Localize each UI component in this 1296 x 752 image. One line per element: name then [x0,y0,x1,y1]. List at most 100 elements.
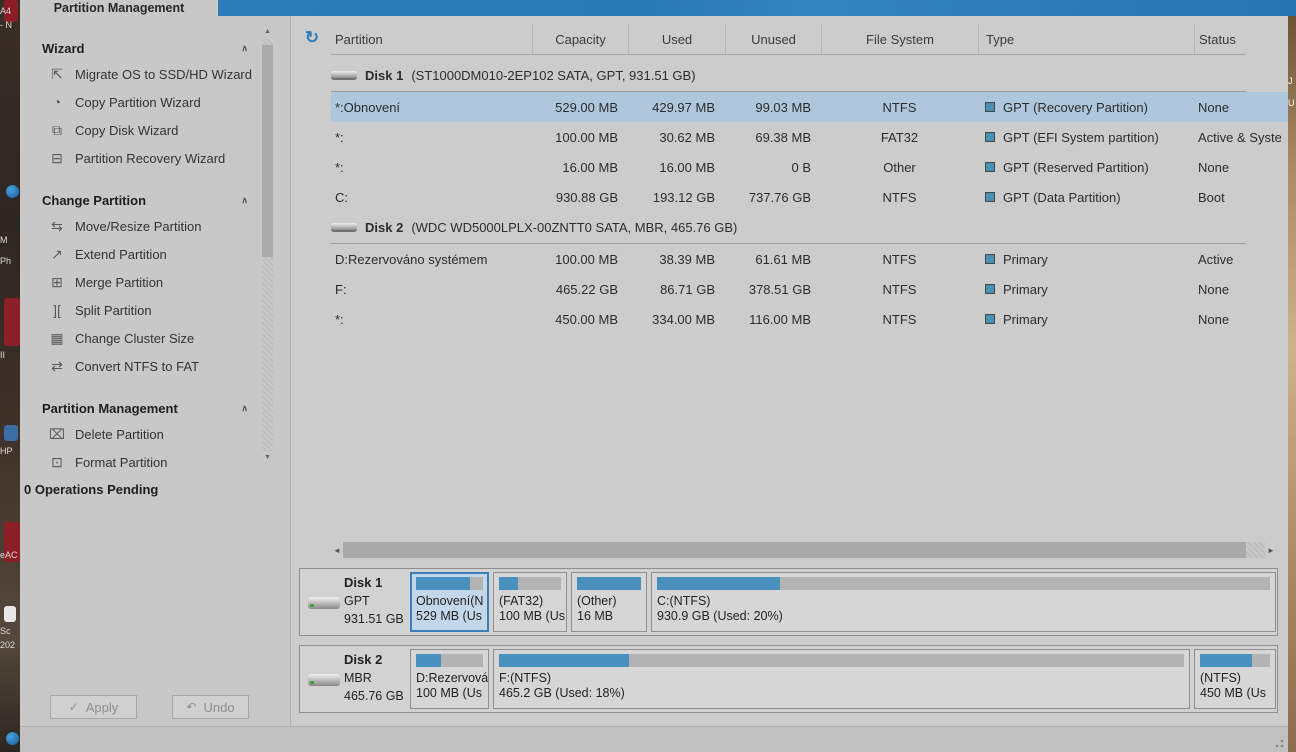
type-label: GPT (Data Partition) [1003,190,1121,205]
scroll-right-icon[interactable]: ► [1265,546,1277,555]
cell-unused: 69.38 MB [725,122,821,152]
scroll-up-icon[interactable]: ▲ [262,26,273,38]
refresh-icon[interactable]: ↻ [302,28,322,48]
disk-map-scheme: GPT [344,594,370,608]
sidebar-item[interactable]: ][Split Partition [20,296,262,324]
partition-block[interactable]: (NTFS)450 MB (Us [1194,649,1276,709]
copy-partition-icon: ◔ [48,94,66,110]
chevron-up-icon[interactable]: ∧ [241,403,248,414]
app-window: Wizard ∧ ⇱Migrate OS to SSD/HD Wizard◔Copy… [20,16,1288,752]
sidebar-item[interactable]: ⇄Convert NTFS to FAT [20,352,262,380]
chevron-up-icon[interactable]: ∧ [241,43,248,54]
sidebar-item[interactable]: ↗Extend Partition [20,240,262,268]
sidebar-item[interactable]: ⊡Format Partition [20,448,262,476]
sidebar-scroll-thumb[interactable] [262,45,273,257]
cell-type: Primary [978,274,1194,304]
desktop-icon-label: 202 [0,640,20,650]
resize-grip[interactable] [1272,736,1284,748]
title-bar [218,0,1296,16]
partition-row[interactable]: *:Obnovení529.00 MB429.97 MB99.03 MBNTFS… [331,92,1288,122]
disk-drive-icon [331,71,357,80]
apply-button[interactable]: ✓ Apply [50,695,137,719]
partition-block[interactable]: D:Rezervová100 MB (Us [410,649,489,709]
sidebar-item[interactable]: ◔Copy Partition Wizard [20,88,262,116]
tab-partition-management[interactable]: Partition Management [20,0,218,16]
cell-unused: 737.76 GB [725,182,821,212]
block-size: 100 MB (Us [416,686,483,701]
partition-blocks: D:Rezervová100 MB (UsF:(NTFS)465.2 GB (U… [410,649,1276,709]
h-scroll-thumb[interactable] [343,542,1246,558]
cell-status: None [1194,152,1288,182]
block-label: D:Rezervová [416,671,483,686]
partition-row[interactable]: D:Rezervováno systémem100.00 MB38.39 MB6… [331,244,1288,274]
partition-block[interactable]: Obnovení(N529 MB (Us [410,572,489,632]
cell-file-system: NTFS [821,244,978,274]
cell-file-system: NTFS [821,274,978,304]
cell-file-system: FAT32 [821,122,978,152]
partition-blocks: Obnovení(N529 MB (Us(FAT32)100 MB (Us(Ot… [410,572,1276,632]
sidebar-section-title[interactable]: Change Partition∧ [20,188,262,212]
partition-block[interactable]: C:(NTFS)930.9 GB (Used: 20%) [651,572,1276,632]
apply-button-label: Apply [86,700,119,715]
sidebar-item[interactable]: ⇆Move/Resize Partition [20,212,262,240]
cell-status: Active [1194,244,1288,274]
sidebar-scrollbar[interactable]: ▲ ▼ [262,26,273,464]
undo-button-label: Undo [203,700,234,715]
cell-type: GPT (Reserved Partition) [978,152,1194,182]
desktop-icon-label: Sc [0,626,20,636]
sidebar-item[interactable]: ⧉Copy Disk Wizard [20,116,262,144]
cell-partition: *:Obnovení [331,92,532,122]
type-label: GPT (Recovery Partition) [1003,100,1148,115]
partition-block[interactable]: (Other)16 MB [571,572,647,632]
sidebar-item[interactable]: ⇱Migrate OS to SSD/HD Wizard [20,60,262,88]
scroll-down-icon[interactable]: ▼ [262,452,273,464]
cell-capacity: 100.00 MB [532,244,628,274]
partition-row[interactable]: C:930.88 GB193.12 GB737.76 GBNTFSGPT (Da… [331,182,1288,212]
section-title-label: Wizard [42,41,85,56]
scroll-left-icon[interactable]: ◄ [331,546,343,555]
sidebar-scroll-track[interactable] [262,39,273,451]
sidebar-item-label: Split Partition [75,303,152,318]
convert-icon: ⇄ [48,358,66,375]
desktop-icon-label: II [0,350,20,360]
cell-partition: F: [331,274,532,304]
partition-row[interactable]: *:100.00 MB30.62 MB69.38 MBFAT32GPT (EFI… [331,122,1288,152]
desktop-icon [4,606,16,622]
usage-bar [499,654,1184,667]
partition-row[interactable]: *:450.00 MB334.00 MB116.00 MBNTFSPrimary… [331,304,1288,334]
sidebar-section-title[interactable]: Partition Management∧ [20,396,262,420]
disk-group-header[interactable]: Disk 1(ST1000DM010-2EP102 SATA, GPT, 931… [291,60,1288,91]
sidebar-item-label: Change Cluster Size [75,331,194,346]
sidebar-item-label: Migrate OS to SSD/HD Wizard [75,67,252,82]
desktop-right-strip: JU [1288,16,1296,752]
sidebar: Wizard ∧ ⇱Migrate OS to SSD/HD Wizard◔Copy… [20,16,290,726]
usage-bar-fill [499,654,629,667]
sidebar-item[interactable]: ▦Change Cluster Size [20,324,262,352]
disk-group-header[interactable]: Disk 2(WDC WD5000LPLX-00ZNTT0 SATA, MBR,… [291,212,1288,243]
undo-button[interactable]: ↶ Undo [172,695,249,719]
sidebar-section-title[interactable]: Wizard ∧ [20,36,262,60]
sidebar-item[interactable]: ⊞Merge Partition [20,268,262,296]
partition-row[interactable]: F:465.22 GB86.71 GB378.51 GBNTFSPrimaryN… [331,274,1288,304]
sidebar-item[interactable]: ⌧Delete Partition [20,420,262,448]
usage-bar-fill [416,577,470,590]
sidebar-item-label: Format Partition [75,455,167,470]
partition-block[interactable]: F:(NTFS)465.2 GB (Used: 18%) [493,649,1190,709]
cell-used: 16.00 MB [628,152,725,182]
sidebar-item[interactable]: ⊟Partition Recovery Wizard [20,144,262,172]
disk-group: Disk 1(ST1000DM010-2EP102 SATA, GPT, 931… [291,60,1288,212]
disk-drive-icon [308,674,340,686]
partition-block[interactable]: (FAT32)100 MB (Us [493,572,567,632]
partition-row[interactable]: *:16.00 MB16.00 MB0 BOtherGPT (Reserved … [331,152,1288,182]
cell-capacity: 16.00 MB [532,152,628,182]
cell-status: None [1194,304,1288,334]
column-header: File System [821,24,978,54]
usage-bar-fill [1200,654,1252,667]
h-scroll-track[interactable] [343,542,1265,558]
chevron-up-icon[interactable]: ∧ [241,195,248,206]
cell-unused: 0 B [725,152,821,182]
disk-map-panel-1: Disk 1GPT931.51 GBObnovení(N529 MB (Us(F… [299,568,1278,636]
block-size: 930.9 GB (Used: 20%) [657,609,1270,624]
operations-pending-label: 0 Operations Pending [20,482,262,497]
horizontal-scrollbar[interactable]: ◄ ► [331,541,1277,559]
